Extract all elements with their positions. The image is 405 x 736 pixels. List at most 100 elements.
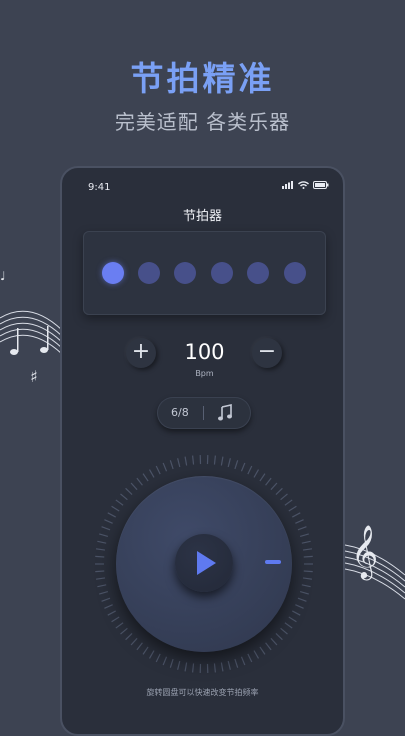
dial-tick (276, 633, 282, 639)
dial-tick (254, 470, 259, 478)
dial-tick (266, 643, 272, 650)
music-notes-decoration-left: ♯ ♩ (0, 270, 65, 390)
dial-tick (163, 657, 166, 665)
dial-tick (150, 651, 155, 659)
dial-tick (300, 534, 309, 536)
wifi-icon (298, 181, 309, 189)
dial-tick (131, 483, 137, 490)
dial-tick (121, 494, 128, 500)
dial-tick (170, 659, 173, 668)
dial-tick (96, 578, 105, 579)
dial-tick (298, 527, 306, 530)
dial-tick (302, 585, 311, 587)
play-button[interactable] (175, 534, 233, 592)
signal-icon (282, 181, 294, 189)
dial-tick (292, 611, 300, 615)
dial-tick (143, 647, 148, 654)
dial-tick (97, 541, 106, 543)
dial-tick (178, 458, 180, 467)
dial-tick (156, 654, 160, 662)
time-signature-value[interactable]: 6/8 (171, 406, 189, 419)
music-notes-decoration-right: 𝄞 (345, 495, 405, 605)
dial-tick (95, 571, 104, 572)
dial-tick (185, 457, 187, 466)
dial-tick (235, 659, 238, 668)
beat-dot-2[interactable] (138, 262, 160, 284)
music-note-icon[interactable] (217, 404, 233, 422)
beat-dot-3[interactable] (174, 262, 196, 284)
dial-tick (302, 541, 311, 543)
status-time: 9:41 (88, 182, 110, 193)
beat-dot-6[interactable] (284, 262, 306, 284)
dial-tick (102, 527, 110, 530)
dial-tick (271, 638, 277, 645)
dial-tick (260, 647, 265, 654)
dial-tick (99, 592, 108, 594)
dial-tick (185, 662, 187, 671)
dial-tick (131, 638, 137, 645)
dial-tick (304, 571, 313, 572)
bpm-value: 100 (162, 340, 247, 364)
dial-tick (108, 611, 116, 615)
dial-tick (221, 457, 223, 466)
dial-tick (298, 598, 306, 601)
dial-tick (126, 488, 132, 494)
dial-tick (143, 474, 148, 481)
dial-tick (121, 628, 128, 634)
dial-tick (292, 513, 300, 517)
time-signature-selector[interactable]: 6/8 (157, 397, 251, 429)
dial-tick (137, 643, 143, 650)
svg-text:♯: ♯ (30, 367, 38, 386)
dial-tick (300, 592, 309, 594)
app-title: 节拍器 (62, 205, 343, 224)
dial-tick (102, 598, 110, 601)
dial-tick (104, 520, 112, 524)
dial-tick (112, 617, 120, 622)
increase-tempo-button[interactable]: + (126, 338, 156, 368)
status-icons (282, 181, 329, 189)
battery-icon (313, 181, 329, 189)
dial-tick (295, 520, 303, 524)
beat-dot-1[interactable] (102, 262, 124, 284)
svg-text:𝄞: 𝄞 (351, 524, 378, 580)
dial-tick (214, 663, 215, 672)
dial-tick (289, 506, 297, 511)
dial-tick (193, 456, 194, 465)
dial-tick (228, 458, 230, 467)
dial-tick (295, 605, 303, 609)
dial-tick (271, 483, 277, 490)
dial-handle[interactable] (265, 560, 281, 564)
beat-indicator-panel (83, 231, 326, 315)
hint-text: 旋转圆盘可以快速改变节拍频率 (62, 687, 343, 698)
dial-tick (193, 663, 194, 672)
dial-tick (276, 488, 282, 494)
dial-tick (163, 463, 166, 471)
dial-tick (116, 623, 123, 628)
dial-tick (285, 500, 292, 505)
dial-tick (303, 549, 312, 550)
dial-tick (241, 657, 244, 665)
promo-title: 节拍精准 (0, 52, 405, 100)
dial-tick (137, 478, 143, 485)
dial-tick (266, 478, 272, 485)
dial-tick (289, 617, 297, 622)
dial-tick (303, 578, 312, 579)
dial-tick (150, 470, 155, 478)
dial-tick (221, 662, 223, 671)
dial-tick (248, 654, 252, 662)
beat-dot-4[interactable] (211, 262, 233, 284)
dial-tick (99, 534, 108, 536)
phone-frame: 9:41 节拍器 + 100 Bpm − 6/8 旋转圆盘可以快速改变节拍频率 (60, 166, 345, 736)
dial-tick (241, 463, 244, 471)
dial-tick (126, 633, 132, 639)
dial-tick (281, 628, 288, 634)
bpm-unit: Bpm (162, 369, 247, 378)
dial-tick (95, 556, 104, 557)
beat-dot-5[interactable] (247, 262, 269, 284)
decrease-tempo-button[interactable]: − (252, 338, 282, 368)
play-icon (197, 551, 216, 575)
dial-tick (170, 460, 173, 469)
dial-tick (178, 661, 180, 670)
dial-tick (228, 661, 230, 670)
dial-tick (112, 506, 120, 511)
